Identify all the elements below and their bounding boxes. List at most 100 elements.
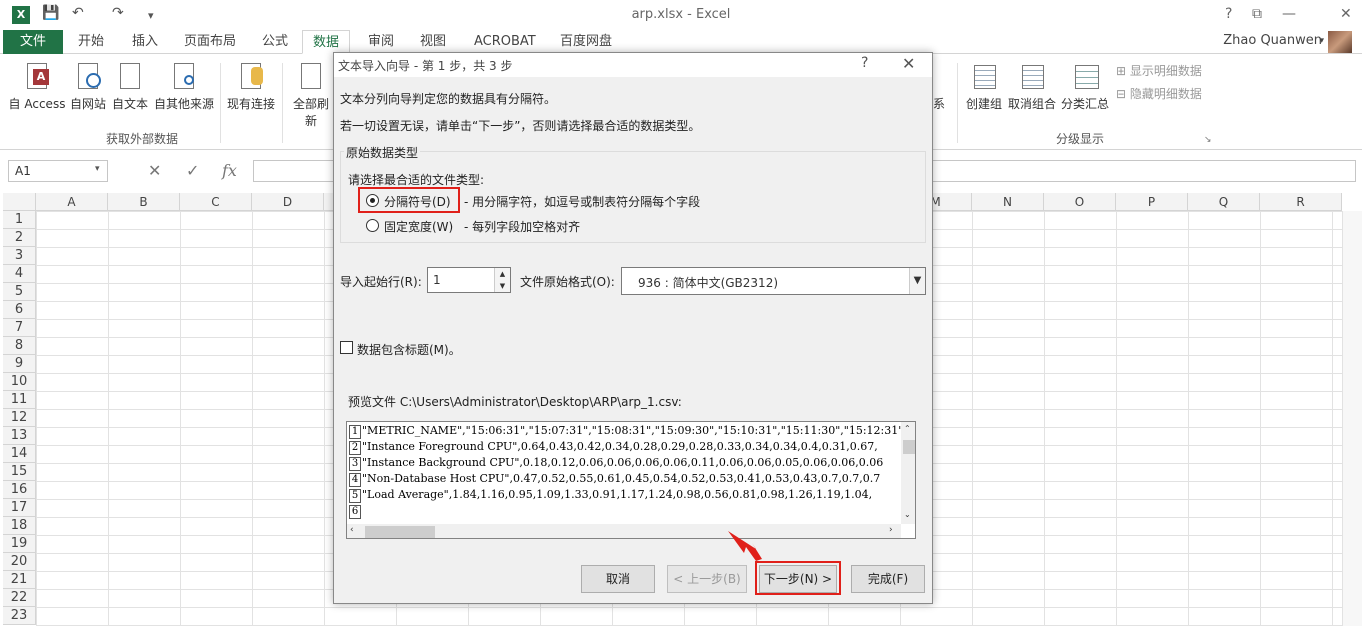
tab-view[interactable]: 视图: [420, 30, 446, 54]
redo-icon[interactable]: ↷: [112, 5, 124, 21]
tab-file[interactable]: 文件: [3, 30, 63, 54]
column-header[interactable]: P: [1116, 193, 1188, 211]
ungroup-button[interactable]: 取消组合: [1006, 61, 1058, 112]
fixed-width-label[interactable]: 固定宽度(W): [384, 218, 453, 235]
scroll-down-icon[interactable]: ⌄: [904, 510, 911, 519]
user-name[interactable]: Zhao Quanwen: [1223, 33, 1322, 48]
fixed-width-radio[interactable]: [366, 219, 379, 232]
avatar[interactable]: [1328, 31, 1352, 53]
show-detail-button[interactable]: ⊞ 显示明细数据: [1116, 62, 1202, 79]
start-row-stepper[interactable]: 1 ▲ ▼: [427, 267, 511, 293]
cancel-entry-icon[interactable]: ✕: [148, 161, 161, 180]
dialog-help-icon[interactable]: ?: [861, 55, 868, 71]
row-header[interactable]: 7: [3, 319, 36, 337]
scroll-right-icon[interactable]: ›: [889, 525, 893, 535]
column-header[interactable]: R: [1260, 193, 1342, 211]
user-dropdown-icon[interactable]: ▾: [1319, 36, 1324, 46]
help-icon[interactable]: ?: [1225, 6, 1232, 22]
row-header[interactable]: 12: [3, 409, 36, 427]
row-header[interactable]: 23: [3, 607, 36, 625]
has-headers-label[interactable]: 数据包含标题(M)。: [357, 341, 461, 358]
preview-hscroll-thumb[interactable]: [365, 526, 435, 538]
preview-row-number: 5: [349, 489, 361, 503]
name-box-dropdown-icon[interactable]: ▾: [95, 164, 100, 174]
scroll-up-icon[interactable]: ⌃: [904, 424, 911, 433]
row-header[interactable]: 20: [3, 553, 36, 571]
tab-formulas[interactable]: 公式: [262, 30, 288, 54]
row-header[interactable]: 6: [3, 301, 36, 319]
back-button[interactable]: < 上一步(B): [667, 565, 747, 593]
row-header[interactable]: 14: [3, 445, 36, 463]
name-box[interactable]: A1: [8, 160, 108, 182]
chevron-down-icon[interactable]: ▼: [909, 268, 925, 294]
row-header[interactable]: 17: [3, 499, 36, 517]
undo-icon[interactable]: ↶: [72, 5, 84, 21]
select-all-corner[interactable]: [3, 193, 36, 211]
column-header[interactable]: C: [180, 193, 252, 211]
scroll-left-icon[interactable]: ‹: [350, 525, 354, 535]
row-header[interactable]: 4: [3, 265, 36, 283]
dialog-launcher-icon[interactable]: ↘: [1204, 135, 1212, 145]
row-header[interactable]: 3: [3, 247, 36, 265]
preview-row-text: "METRIC_NAME","15:06:31","15:07:31","15:…: [362, 424, 904, 437]
row-header[interactable]: 10: [3, 373, 36, 391]
customize-quick-access-icon[interactable]: ▾: [148, 9, 154, 22]
existing-connections-button[interactable]: 现有连接: [225, 61, 277, 112]
column-header[interactable]: O: [1044, 193, 1116, 211]
preview-row-number: 2: [349, 441, 361, 455]
preview-vscroll-thumb[interactable]: [903, 440, 915, 454]
tab-insert[interactable]: 插入: [132, 30, 158, 54]
row-header[interactable]: 15: [3, 463, 36, 481]
tab-acrobat[interactable]: ACROBAT: [474, 30, 536, 54]
stepper-arrows-icon[interactable]: ▲ ▼: [494, 268, 510, 292]
has-headers-checkbox[interactable]: [340, 341, 353, 354]
row-header[interactable]: 11: [3, 391, 36, 409]
tab-page-layout[interactable]: 页面布局: [184, 30, 236, 54]
column-header[interactable]: B: [108, 193, 180, 211]
refresh-all-button[interactable]: 全部刷新: [288, 61, 334, 129]
save-icon[interactable]: 💾: [42, 5, 59, 21]
delimited-label[interactable]: 分隔符号(D): [384, 193, 451, 210]
row-header[interactable]: 19: [3, 535, 36, 553]
from-access-button[interactable]: A 自 Access: [8, 61, 66, 112]
column-header[interactable]: Q: [1188, 193, 1260, 211]
row-header[interactable]: 21: [3, 571, 36, 589]
tab-review[interactable]: 审阅: [368, 30, 394, 54]
from-text-button[interactable]: 自文本: [110, 61, 150, 112]
row-header[interactable]: 2: [3, 229, 36, 247]
row-header[interactable]: 16: [3, 481, 36, 499]
column-header[interactable]: D: [252, 193, 324, 211]
group-button[interactable]: 创建组: [963, 61, 1005, 112]
hide-detail-button[interactable]: ⊟ 隐藏明细数据: [1116, 85, 1202, 102]
insert-function-icon[interactable]: fx: [222, 161, 237, 180]
tab-data[interactable]: 数据: [302, 30, 351, 54]
tab-home[interactable]: 开始: [78, 30, 104, 54]
row-header[interactable]: 9: [3, 355, 36, 373]
row-header[interactable]: 22: [3, 589, 36, 607]
minimize-icon[interactable]: —: [1282, 6, 1296, 22]
tab-baidu-netdisk[interactable]: 百度网盘: [560, 30, 612, 54]
finish-button[interactable]: 完成(F): [851, 565, 925, 593]
from-other-sources-button[interactable]: 自其他来源: [152, 61, 216, 112]
cancel-button[interactable]: 取消: [581, 565, 655, 593]
row-header[interactable]: 18: [3, 517, 36, 535]
row-header[interactable]: 13: [3, 427, 36, 445]
preview-pane[interactable]: 1 "METRIC_NAME","15:06:31","15:07:31","15…: [346, 421, 916, 539]
dialog-close-icon[interactable]: ✕: [902, 54, 915, 73]
row-header[interactable]: 8: [3, 337, 36, 355]
close-window-icon[interactable]: ✕: [1340, 6, 1352, 22]
preview-horizontal-scrollbar[interactable]: ‹ ›: [347, 524, 901, 538]
delimited-radio[interactable]: [366, 194, 379, 207]
column-header[interactable]: A: [36, 193, 108, 211]
row-header[interactable]: 5: [3, 283, 36, 301]
confirm-entry-icon[interactable]: ✓: [186, 161, 199, 180]
vertical-scrollbar[interactable]: [1342, 211, 1362, 626]
next-button[interactable]: 下一步(N) >: [759, 565, 837, 593]
subtotal-button[interactable]: 分类汇总: [1060, 61, 1110, 112]
preview-vertical-scrollbar[interactable]: ⌃ ⌄: [901, 422, 915, 524]
row-header[interactable]: 1: [3, 211, 36, 229]
from-web-button[interactable]: 自网站: [68, 61, 108, 112]
column-header[interactable]: N: [972, 193, 1044, 211]
file-origin-select[interactable]: 936 : 简体中文(GB2312) ▼: [621, 267, 926, 295]
ribbon-display-icon[interactable]: ⧉: [1252, 6, 1262, 22]
